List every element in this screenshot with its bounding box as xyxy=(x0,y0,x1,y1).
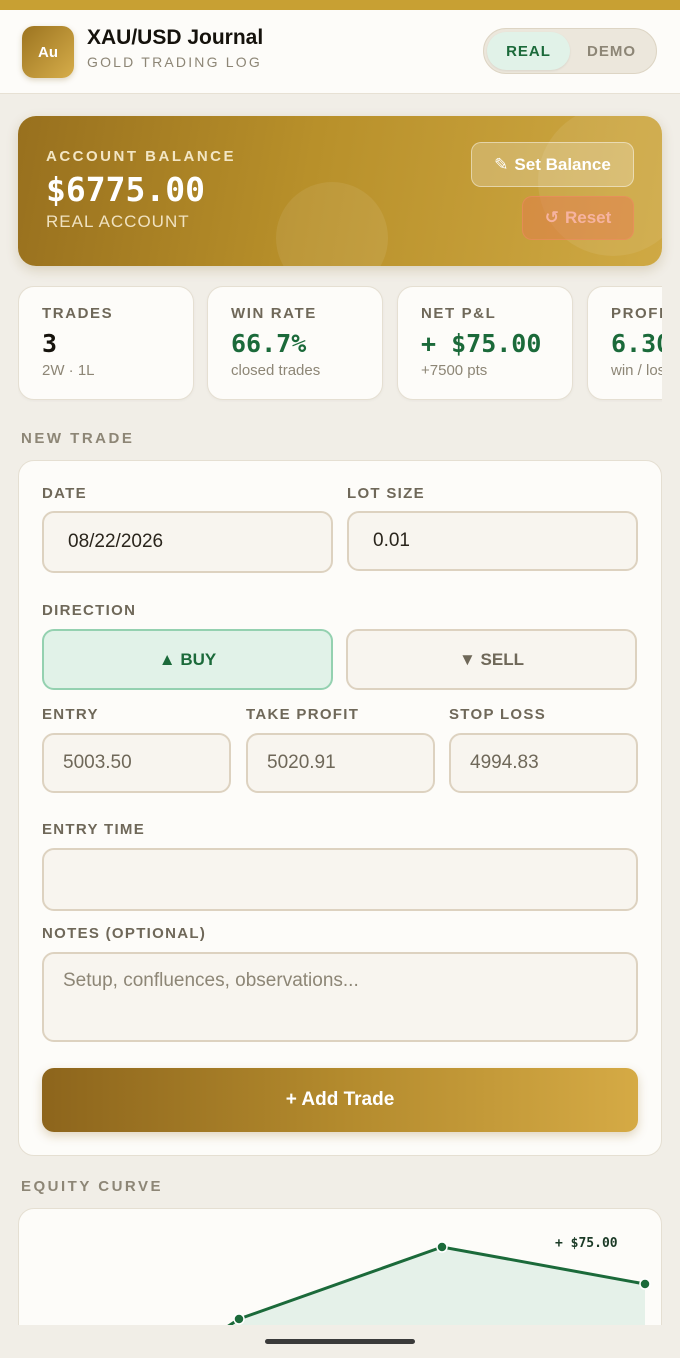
balance-card: ACCOUNT BALANCE $6775.00 REAL ACCOUNT ✎ … xyxy=(18,116,662,266)
equity-curve-card: + $75.00 xyxy=(18,1208,662,1338)
entry-input[interactable]: 5003.50 xyxy=(42,733,231,793)
add-trade-button[interactable]: + Add Trade xyxy=(42,1068,638,1132)
stat-value: + $75.00 xyxy=(421,329,542,358)
stat-value: 66.7% xyxy=(231,329,307,358)
stat-card-trades: TRADES 3 2W · 1L xyxy=(18,286,194,400)
stat-label: NET P&L xyxy=(421,305,497,322)
app-header: Au XAU/USD Journal GOLD TRADING LOG REAL… xyxy=(0,10,680,94)
date-label: DATE xyxy=(42,485,87,502)
stat-sub: win / loss xyxy=(611,362,662,379)
set-balance-button[interactable]: ✎ Set Balance xyxy=(471,142,634,187)
stat-sub: +7500 pts xyxy=(421,362,488,379)
equity-chart: + $75.00 xyxy=(209,1236,651,1337)
app-title: XAU/USD Journal xyxy=(87,26,264,49)
direction-label: DIRECTION xyxy=(42,602,137,619)
app-logo: Au xyxy=(22,26,74,78)
equity-point xyxy=(436,1241,448,1253)
notes-label: NOTES (OPTIONAL) xyxy=(42,925,207,942)
stop-loss-input[interactable]: 4994.83 xyxy=(449,733,638,793)
app-subtitle: GOLD TRADING LOG xyxy=(87,54,262,70)
take-profit-input[interactable]: 5020.91 xyxy=(246,733,435,793)
new-trade-form: DATE 08/22/2026 LOT SIZE 0.01 DIRECTION … xyxy=(18,460,662,1156)
lot-size-input[interactable]: 0.01 xyxy=(347,511,638,571)
stat-label: WIN RATE xyxy=(231,305,317,322)
home-indicator[interactable] xyxy=(265,1339,415,1344)
reset-icon: ↺ xyxy=(544,208,559,227)
reset-label: Reset xyxy=(564,208,612,227)
date-input[interactable]: 08/22/2026 xyxy=(42,511,333,573)
decorative-circle xyxy=(276,182,388,266)
buy-button[interactable]: ▲ BUY xyxy=(42,629,333,690)
mode-demo-button[interactable]: DEMO xyxy=(570,32,653,70)
equity-section-title: EQUITY CURVE xyxy=(21,1178,163,1195)
stat-value: 6.30 xyxy=(611,329,662,358)
reset-button[interactable]: ↺ Reset xyxy=(522,196,634,240)
equity-point xyxy=(639,1278,651,1290)
mode-real-button[interactable]: REAL xyxy=(487,32,570,70)
entry-time-input[interactable] xyxy=(42,848,638,911)
take-profit-label: TAKE PROFIT xyxy=(246,706,360,723)
stat-card-net-pnl: NET P&L + $75.00 +7500 pts xyxy=(397,286,573,400)
stat-label: TRADES xyxy=(42,305,114,322)
stat-card-win-rate: WIN RATE 66.7% closed trades xyxy=(207,286,383,400)
stat-sub: closed trades xyxy=(231,362,321,379)
balance-value: $6775.00 xyxy=(46,170,205,209)
account-mode-toggle: REAL DEMO xyxy=(483,28,657,74)
set-balance-label: Set Balance xyxy=(514,154,611,174)
sell-button[interactable]: ▼ SELL xyxy=(346,629,637,690)
account-type-label: REAL ACCOUNT xyxy=(46,212,190,231)
stat-value: 3 xyxy=(42,329,58,358)
lot-size-label: LOT SIZE xyxy=(347,485,425,502)
stat-card-profit-factor: PROFIT FACTOR 6.30 win / loss xyxy=(587,286,662,400)
stop-loss-label: STOP LOSS xyxy=(449,706,547,723)
stat-label: PROFIT FACTOR xyxy=(611,305,662,322)
entry-label: ENTRY xyxy=(42,706,99,723)
stats-row[interactable]: TRADES 3 2W · 1L WIN RATE 66.7% closed t… xyxy=(18,286,662,402)
entry-time-label: ENTRY TIME xyxy=(42,821,146,838)
stat-sub: 2W · 1L xyxy=(42,362,95,379)
notes-textarea[interactable]: Setup, confluences, observations... xyxy=(42,952,638,1042)
equity-last-value-label: + $75.00 xyxy=(555,1236,618,1251)
pencil-icon: ✎ xyxy=(494,154,509,174)
balance-label: ACCOUNT BALANCE xyxy=(46,148,236,165)
equity-point xyxy=(233,1313,245,1325)
top-accent-strip xyxy=(0,0,680,10)
new-trade-section-title: NEW TRADE xyxy=(21,430,135,447)
